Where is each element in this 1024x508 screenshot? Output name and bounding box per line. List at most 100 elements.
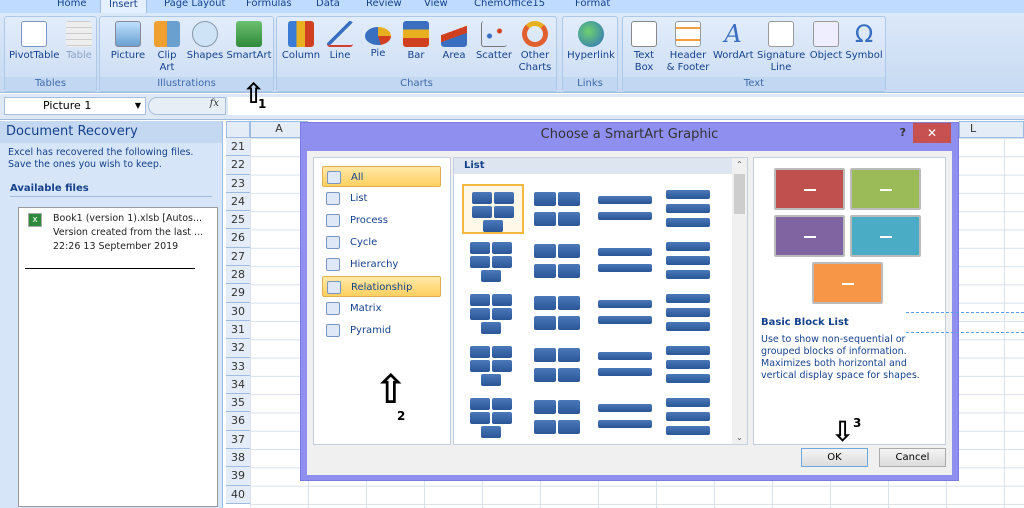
row-header[interactable]: 39 xyxy=(226,467,250,486)
thumbnail-shape xyxy=(558,348,580,362)
row-header[interactable]: 27 xyxy=(226,247,250,267)
category-list[interactable]: List xyxy=(322,188,441,209)
tab-page-layout[interactable]: Page Layout xyxy=(164,0,225,9)
tab-formulas[interactable]: Formulas xyxy=(246,0,292,9)
area-chart-button[interactable]: Area xyxy=(437,21,471,62)
layout-thumbnail[interactable] xyxy=(660,236,722,286)
layout-thumbnail[interactable] xyxy=(462,288,524,338)
layout-thumbnail[interactable] xyxy=(594,288,656,338)
picture-button[interactable]: Picture xyxy=(106,21,150,62)
text-box-button[interactable]: Text Box xyxy=(629,21,659,74)
layout-thumbnail[interactable] xyxy=(660,184,722,234)
chevron-down-icon[interactable]: ▼ xyxy=(135,98,141,114)
tab-view[interactable]: View xyxy=(424,0,448,9)
category-process[interactable]: Process xyxy=(322,210,441,231)
category-relationship[interactable]: Relationship xyxy=(322,276,441,297)
selected-picture-outline[interactable] xyxy=(906,312,1024,333)
layout-thumbnail[interactable] xyxy=(660,392,722,442)
pyramid-icon xyxy=(326,324,340,337)
table-button[interactable]: Table xyxy=(63,21,95,62)
insert-function-button[interactable]: fx xyxy=(148,97,226,115)
row-header[interactable]: 34 xyxy=(226,375,250,395)
layout-thumbnail[interactable] xyxy=(528,340,590,390)
row-header[interactable]: 40 xyxy=(226,485,250,504)
layout-thumbnail[interactable] xyxy=(462,184,524,234)
tab-review[interactable]: Review xyxy=(366,0,402,9)
gallery-scrollbar[interactable]: ⌃ ⌄ xyxy=(732,158,747,444)
category-pyramid[interactable]: Pyramid xyxy=(322,320,441,341)
hyperlink-button[interactable]: Hyperlink xyxy=(565,21,617,62)
row-header[interactable]: 26 xyxy=(226,229,250,248)
row-header[interactable]: 35 xyxy=(226,394,250,413)
layout-thumbnail[interactable] xyxy=(660,288,722,338)
row-header[interactable]: 22 xyxy=(226,156,250,175)
thumbnail-shape xyxy=(492,412,512,424)
pie-chart-button[interactable]: Pie xyxy=(361,21,395,60)
row-header[interactable]: 36 xyxy=(226,412,250,431)
scatter-chart-button[interactable]: Scatter xyxy=(475,21,513,62)
tab-home[interactable]: Home xyxy=(57,0,87,9)
symbol-button[interactable]: Ω Symbol xyxy=(845,21,883,62)
thumbnail-shape xyxy=(666,270,710,279)
other-charts-button[interactable]: Other Charts xyxy=(515,21,555,74)
category-matrix[interactable]: Matrix xyxy=(322,298,441,319)
row-header[interactable]: 25 xyxy=(226,211,250,230)
category-cycle[interactable]: Cycle xyxy=(322,232,441,253)
row-header[interactable]: 32 xyxy=(226,339,250,358)
tab-format[interactable]: Format xyxy=(575,0,610,9)
row-header[interactable]: 38 xyxy=(226,449,250,468)
clip-art-button[interactable]: Clip Art xyxy=(150,21,184,74)
layout-thumbnail[interactable] xyxy=(528,236,590,286)
ok-button[interactable]: OK xyxy=(801,448,868,467)
name-box[interactable]: Picture 1 ▼ xyxy=(4,97,146,115)
layout-thumbnail[interactable] xyxy=(594,392,656,442)
cancel-button[interactable]: Cancel xyxy=(879,448,946,467)
layout-thumbnail[interactable] xyxy=(528,392,590,442)
layout-gallery: List ⌃ ⌄ xyxy=(453,157,748,445)
shapes-button[interactable]: Shapes xyxy=(185,21,225,62)
row-header[interactable]: 30 xyxy=(226,302,250,321)
line-chart-button[interactable]: Line xyxy=(323,21,357,62)
category-all[interactable]: All xyxy=(322,166,441,187)
category-hierarchy[interactable]: Hierarchy xyxy=(322,254,441,275)
file-item[interactable]: x Book1 (version 1).xlsb [Autos... Versi… xyxy=(19,208,217,264)
formula-input[interactable] xyxy=(228,97,1024,115)
row-header[interactable]: 28 xyxy=(226,266,250,285)
bar-chart-button[interactable]: Bar xyxy=(399,21,433,62)
row-header[interactable]: 33 xyxy=(226,357,250,376)
column-header-l[interactable]: L xyxy=(959,121,1024,138)
row-header[interactable]: 23 xyxy=(226,174,250,193)
row-header[interactable]: 21 xyxy=(226,138,250,157)
signature-line-button[interactable]: Signature Line xyxy=(757,21,805,74)
thumbnail-shape xyxy=(534,244,556,258)
row-header[interactable]: 29 xyxy=(226,284,250,303)
layout-thumbnail[interactable] xyxy=(594,340,656,390)
help-button[interactable]: ? xyxy=(900,126,906,139)
row-header[interactable]: 31 xyxy=(226,320,250,340)
scroll-thumb[interactable] xyxy=(734,174,745,214)
header-footer-button[interactable]: Header & Footer xyxy=(665,21,711,74)
row-header[interactable]: 24 xyxy=(226,192,250,212)
scroll-up-icon[interactable]: ⌃ xyxy=(732,160,747,169)
pivottable-button[interactable]: PivotTable xyxy=(9,21,59,62)
smartart-button[interactable]: SmartArt xyxy=(226,21,272,62)
layout-thumbnail[interactable] xyxy=(660,340,722,390)
tab-data[interactable]: Data xyxy=(316,0,340,9)
layout-thumbnail[interactable] xyxy=(528,184,590,234)
layout-thumbnail[interactable] xyxy=(462,340,524,390)
object-button[interactable]: Object xyxy=(809,21,843,62)
close-button[interactable]: ✕ xyxy=(913,123,951,143)
select-all-corner[interactable] xyxy=(226,121,250,138)
layout-thumbnail[interactable] xyxy=(594,184,656,234)
column-chart-button[interactable]: Column xyxy=(281,21,321,62)
layout-thumbnail[interactable] xyxy=(594,236,656,286)
thumbnail-shape xyxy=(666,398,710,407)
scroll-down-icon[interactable]: ⌄ xyxy=(732,433,747,442)
layout-thumbnail[interactable] xyxy=(462,236,524,286)
tab-chemoffice[interactable]: ChemOffice15 xyxy=(474,0,545,9)
wordart-button[interactable]: A WordArt xyxy=(713,21,754,62)
row-header[interactable]: 37 xyxy=(226,430,250,450)
layout-thumbnail[interactable] xyxy=(528,288,590,338)
layout-thumbnail[interactable] xyxy=(462,392,524,442)
tab-insert[interactable]: Insert xyxy=(100,0,147,13)
